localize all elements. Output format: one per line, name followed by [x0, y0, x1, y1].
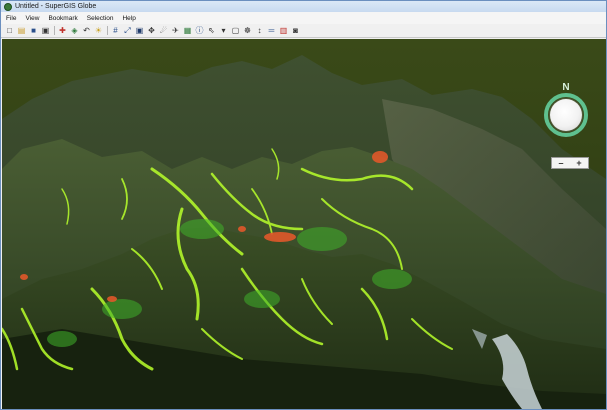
- menu-bookmark[interactable]: Bookmark: [48, 15, 77, 22]
- identify-icon[interactable]: ⓘ: [195, 26, 204, 35]
- ruler-icon[interactable]: ═: [267, 26, 276, 35]
- menu-bar: File View Bookmark Selection Help: [1, 12, 606, 24]
- zoom-in-button[interactable]: +: [573, 158, 585, 168]
- save-icon[interactable]: ■: [29, 26, 38, 35]
- find-icon[interactable]: ☸: [243, 26, 252, 35]
- map-icon[interactable]: ▦: [183, 26, 192, 35]
- app-window: Untitled - SuperGIS Globe File View Book…: [0, 0, 607, 410]
- title-bar[interactable]: Untitled - SuperGIS Globe: [1, 1, 606, 12]
- zoom-out-button[interactable]: –: [555, 158, 567, 168]
- globe-3d-view[interactable]: N – +: [2, 39, 606, 409]
- fly-icon[interactable]: ✈: [171, 26, 180, 35]
- bulb-icon[interactable]: ☀: [94, 26, 103, 35]
- print-icon[interactable]: ▣: [41, 26, 50, 35]
- undo-icon[interactable]: ↶: [82, 26, 91, 35]
- toolbar-separator: [54, 26, 55, 35]
- dropdown-icon[interactable]: ▾: [219, 26, 228, 35]
- navigate-icon[interactable]: ☄: [159, 26, 168, 35]
- zoom-box-icon[interactable]: ▣: [135, 26, 144, 35]
- layer-tools-icon[interactable]: ◈: [70, 26, 79, 35]
- measure-icon[interactable]: ↕: [255, 26, 264, 35]
- open-icon[interactable]: ▤: [17, 26, 26, 35]
- add-layer-icon[interactable]: ✚: [58, 26, 67, 35]
- zoom-control: – +: [551, 157, 589, 169]
- new-icon[interactable]: □: [5, 26, 14, 35]
- menu-help[interactable]: Help: [122, 15, 135, 22]
- pan-icon[interactable]: ✥: [147, 26, 156, 35]
- toolbar: □ ▤ ■ ▣ ✚ ◈ ↶ ☀ # ⤢ ▣ ✥ ☄ ✈ ▦ ⓘ ⇖ ▾ ▢ ☸ …: [1, 24, 606, 38]
- terrain-render: [2, 39, 606, 409]
- grid-icon[interactable]: #: [111, 26, 120, 35]
- select-icon[interactable]: ⇖: [207, 26, 216, 35]
- navigation-compass[interactable]: N: [538, 83, 594, 143]
- menu-selection[interactable]: Selection: [87, 15, 114, 22]
- app-globe-icon: [4, 2, 12, 11]
- menu-file[interactable]: File: [6, 15, 16, 22]
- clear-selection-icon[interactable]: ▢: [231, 26, 240, 35]
- bookmark-icon[interactable]: ▥: [279, 26, 288, 35]
- full-extent-icon[interactable]: ⤢: [123, 26, 132, 35]
- window-title: Untitled - SuperGIS Globe: [15, 3, 97, 10]
- camera-icon[interactable]: ◙: [291, 26, 300, 35]
- menu-view[interactable]: View: [25, 15, 39, 22]
- north-label: N: [562, 82, 570, 93]
- toolbar-separator: [107, 26, 108, 35]
- compass-knob-icon[interactable]: [550, 99, 582, 131]
